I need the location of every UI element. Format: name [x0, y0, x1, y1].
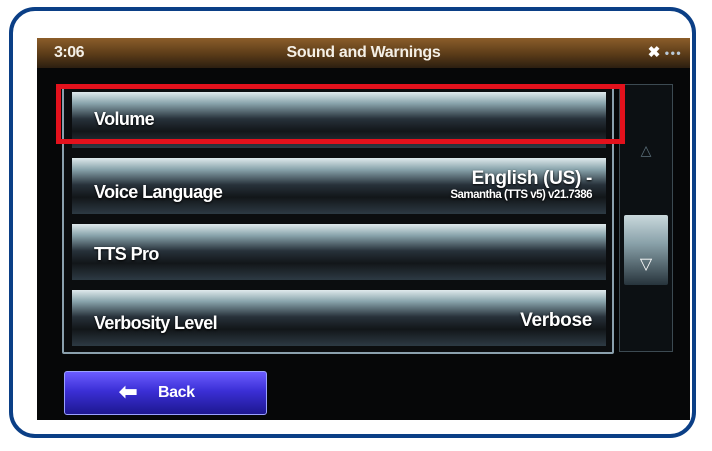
verbosity-level-value: Verbose: [520, 310, 592, 331]
settings-row-value: English (US) - Samantha (TTS v5) v21.738…: [450, 168, 592, 201]
status-icons: ✖ ●●●: [648, 43, 682, 61]
settings-row-voice-language[interactable]: Voice Language English (US) - Samantha (…: [72, 158, 606, 214]
back-button-label: Back: [158, 384, 195, 401]
arrow-left-icon: ⬅: [119, 379, 138, 404]
voice-language-voice: Samantha (TTS v5) v21.7386: [450, 189, 592, 201]
scroll-down-button[interactable]: ▽: [624, 215, 668, 285]
settings-row-tts-pro[interactable]: TTS Pro: [72, 224, 606, 280]
settings-row-label: Verbosity Level: [94, 313, 218, 333]
voice-language-value: English (US) -: [471, 168, 593, 189]
signal-dots-icon: ●●●: [664, 48, 682, 58]
scroll-up-button[interactable]: △: [620, 85, 672, 215]
settings-row-label: TTS Pro: [94, 244, 159, 264]
settings-row-label: Volume: [94, 109, 155, 129]
bluetooth-icon: ✖: [647, 44, 661, 61]
status-bar: 3:06 Sound and Warnings ✖ ●●●: [37, 38, 690, 68]
triangle-up-icon: △: [640, 142, 652, 158]
triangle-down-icon: ▽: [639, 256, 653, 273]
settings-list: Volume Voice Language English (US) - Sam…: [62, 84, 614, 354]
settings-row-volume[interactable]: Volume: [72, 92, 606, 148]
infotainment-screen: 3:06 Sound and Warnings ✖ ●●● Volume Voi…: [37, 38, 690, 420]
settings-row-label: Voice Language: [94, 182, 223, 202]
back-button[interactable]: ⬅ Back: [64, 371, 267, 415]
page-title: Sound and Warnings: [286, 44, 441, 61]
scrollbar[interactable]: △ ▽: [619, 84, 673, 352]
settings-row-value: Verbose: [520, 310, 592, 332]
settings-row-verbosity-level[interactable]: Verbosity Level Verbose: [72, 290, 606, 346]
